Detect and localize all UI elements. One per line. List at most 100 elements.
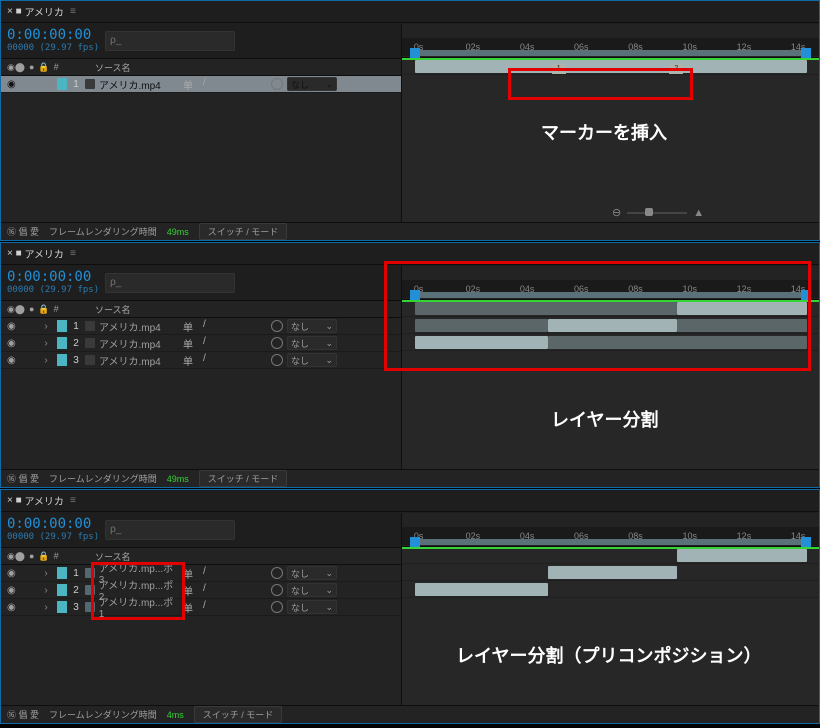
pickwhip-icon[interactable] [271,320,283,332]
timeline-row[interactable] [402,300,819,317]
parent-select[interactable]: なし⌄ [287,77,337,91]
layer-color[interactable] [57,584,67,596]
pickwhip-icon[interactable] [271,584,283,596]
work-area-end[interactable] [801,537,811,547]
layer-row[interactable]: ◉ › 2 アメリカ.mp...ポ 2 单/ なし⌄ [1,582,401,599]
layer-row[interactable]: ◉ › 3 アメリカ.mp...ポ 1 单/ なし⌄ [1,599,401,616]
tab-menu-icon[interactable]: ≡ [64,495,76,506]
pickwhip-icon[interactable] [271,354,283,366]
tab-menu-icon[interactable]: ≡ [64,6,76,17]
cti-head[interactable] [410,537,420,547]
zoom-control[interactable]: ⊖ ▲ [612,206,704,219]
eye-icon[interactable]: ◉ [7,338,16,349]
expand-icon[interactable]: › [37,568,55,579]
eye-icon[interactable]: ◉ [7,355,16,366]
timeline-row[interactable] [402,564,819,581]
layer-color[interactable] [57,320,67,332]
layer-row[interactable]: ◉ › 1 アメリカ.mp...ポ 3 单/ なし⌄ [1,565,401,582]
parent-select[interactable]: なし⌄ [287,353,337,367]
current-time[interactable]: 0:00:00:00 [7,517,99,532]
clip[interactable] [548,319,677,332]
layer-name[interactable]: アメリカ.mp...ポ 1 [99,594,179,620]
transform-cell[interactable]: 单 [183,353,193,368]
timeline-row[interactable] [402,581,819,598]
clip[interactable] [677,302,806,315]
layer-name[interactable]: アメリカ.mp4 [99,77,161,92]
work-area-end[interactable] [801,290,811,300]
clip-out[interactable] [415,319,548,332]
work-area[interactable] [415,539,807,545]
eye-icon[interactable]: ◉ [7,568,16,579]
work-area[interactable] [415,50,807,56]
eye-icon[interactable]: ◉ [7,602,16,613]
layer-row[interactable]: ◉ › 3 アメリカ.mp4 单/ なし⌄ [1,352,401,369]
layer-marker-1[interactable]: 1 [552,64,566,74]
eye-icon[interactable]: ◉ [7,79,16,90]
expand-icon[interactable]: › [37,585,55,596]
zoom-slider[interactable] [627,212,687,214]
transform-cell[interactable]: 单 [183,319,193,334]
clip[interactable]: 1 2 [415,60,807,73]
pickwhip-icon[interactable] [271,78,283,90]
eye-icon[interactable]: ◉ [7,321,16,332]
footer-icons[interactable]: ⑯ 倡 愛 [7,708,39,721]
clip[interactable] [415,336,548,349]
layer-row[interactable]: ◉ › 1 アメリカ.mp4 单/ なし⌄ [1,76,401,93]
layer-row[interactable]: ◉ › 1 アメリカ.mp4 单/ なし⌄ [1,318,401,335]
time-ruler[interactable]: 0s 02s 04s 06s 08s 10s 12s 14s [402,513,819,547]
pickwhip-icon[interactable] [271,337,283,349]
clip[interactable] [677,549,806,562]
search-input[interactable]: ρ_ [105,273,235,293]
clip-out[interactable] [677,319,806,332]
time-ruler[interactable]: 0s 02s 04s 06s 08s 10s 12s 14s [402,266,819,300]
layer-name[interactable]: アメリカ.mp4 [99,353,161,368]
time-ruler[interactable]: 0s 02s 04s 06s 08s 10s 12s 14s [402,24,819,58]
transform-cell[interactable]: 单 [183,583,193,598]
expand-icon[interactable]: › [37,79,55,90]
clip-out[interactable] [548,336,807,349]
transform-cell[interactable]: 单 [183,566,193,581]
switch-mode-button[interactable]: スイッチ / モード [199,223,288,240]
layer-color[interactable] [57,567,67,579]
search-input[interactable]: ρ_ [105,520,235,540]
current-time[interactable]: 0:00:00:00 [7,270,99,285]
expand-icon[interactable]: › [37,338,55,349]
search-input[interactable]: ρ_ [105,31,235,51]
tab-menu-icon[interactable]: ≡ [64,248,76,259]
switch-mode-button[interactable]: スイッチ / モード [194,706,283,723]
footer-icons[interactable]: ⑯ 倡 愛 [7,225,39,238]
timeline-row[interactable] [402,317,819,334]
zoom-out-icon[interactable]: ⊖ [612,206,621,219]
layer-color[interactable] [57,78,67,90]
parent-select[interactable]: なし⌄ [287,583,337,597]
zoom-in-icon[interactable]: ▲ [693,207,704,219]
timeline-row[interactable] [402,334,819,351]
work-area[interactable] [415,292,807,298]
expand-icon[interactable]: › [37,355,55,366]
timeline-row[interactable] [402,547,819,564]
transform-cell[interactable]: 单 [183,77,193,92]
transform-cell[interactable]: 单 [183,336,193,351]
pickwhip-icon[interactable] [271,567,283,579]
layer-name[interactable]: アメリカ.mp4 [99,319,161,334]
layer-color[interactable] [57,337,67,349]
cti-head[interactable] [410,48,420,58]
work-area-end[interactable] [801,48,811,58]
layer-color[interactable] [57,354,67,366]
parent-select[interactable]: なし⌄ [287,600,337,614]
expand-icon[interactable]: › [37,321,55,332]
parent-select[interactable]: なし⌄ [287,566,337,580]
clip[interactable] [548,566,677,579]
parent-select[interactable]: なし⌄ [287,336,337,350]
layer-marker-2[interactable]: 2 [669,64,683,74]
cti-head[interactable] [410,290,420,300]
layer-name[interactable]: アメリカ.mp4 [99,336,161,351]
switch-mode-button[interactable]: スイッチ / モード [199,470,288,487]
clip[interactable] [415,583,548,596]
pickwhip-icon[interactable] [271,601,283,613]
expand-icon[interactable]: › [37,602,55,613]
clip-out[interactable] [415,302,678,315]
layer-row[interactable]: ◉ › 2 アメリカ.mp4 单/ なし⌄ [1,335,401,352]
transform-cell[interactable]: 单 [183,600,193,615]
timeline-row[interactable]: 1 2 [402,58,819,75]
